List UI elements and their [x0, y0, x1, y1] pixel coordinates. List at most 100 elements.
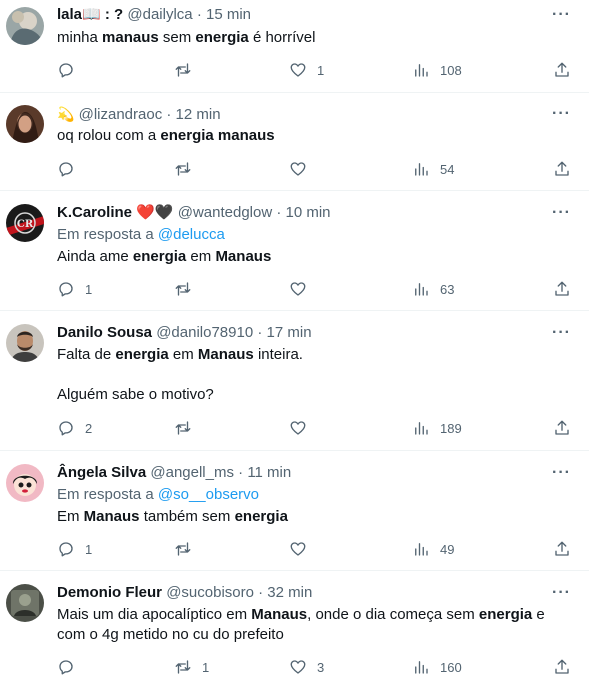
- views-button[interactable]: 108: [412, 60, 462, 80]
- more-options-icon[interactable]: ···: [552, 104, 571, 124]
- timestamp[interactable]: · 15 min: [197, 6, 251, 23]
- reply-button[interactable]: 2: [57, 418, 92, 438]
- share-button[interactable]: [553, 657, 571, 677]
- text-segment: Mais um dia apocalíptico em: [57, 606, 252, 623]
- like-button[interactable]: 1: [289, 60, 324, 80]
- more-options-icon[interactable]: ···: [552, 323, 571, 343]
- views-button[interactable]: 63: [412, 279, 454, 299]
- tweet-actions: 1 49: [57, 539, 571, 559]
- handle[interactable]: @angell_ms: [150, 464, 234, 481]
- timestamp[interactable]: · 12 min: [166, 106, 220, 123]
- views-icon: [415, 163, 428, 176]
- text-segment: em: [168, 346, 198, 363]
- tweet[interactable]: lala📖 : ? @dailylca · 15 min ··· minha m…: [0, 0, 589, 93]
- display-name[interactable]: K.Caroline ❤️🖤: [57, 204, 174, 221]
- reply-button[interactable]: [57, 159, 85, 179]
- handle[interactable]: @danilo78910: [156, 324, 253, 341]
- avatar[interactable]: [6, 324, 44, 362]
- views-button[interactable]: 49: [412, 539, 454, 559]
- like-button[interactable]: 3: [289, 657, 324, 677]
- avatar[interactable]: [6, 584, 44, 622]
- display-name[interactable]: Danilo Sousa: [57, 324, 152, 341]
- tweet-actions: 54: [57, 159, 571, 179]
- avatar[interactable]: [6, 464, 44, 502]
- tweet-feed: lala📖 : ? @dailylca · 15 min ··· minha m…: [0, 0, 589, 682]
- like-button[interactable]: [289, 279, 317, 299]
- display-name[interactable]: 💫: [57, 106, 74, 122]
- views-icon: [415, 422, 428, 435]
- tweet-actions: 1 3 160: [57, 657, 571, 677]
- tweet-header: Demonio Fleur @sucobisoro · 32 min: [57, 583, 539, 603]
- share-icon: [555, 541, 569, 556]
- heart-icon: [290, 282, 306, 296]
- more-options-icon[interactable]: ···: [552, 5, 571, 25]
- like-button[interactable]: [289, 159, 317, 179]
- avatar[interactable]: [6, 7, 44, 45]
- tweet-text-line: Ainda ame energia em Manaus: [57, 247, 571, 267]
- tweet-text-line: Em Manaus também sem energia: [57, 507, 571, 527]
- text-segment: oq rolou com a: [57, 127, 161, 144]
- share-button[interactable]: [553, 159, 571, 179]
- timestamp[interactable]: · 32 min: [258, 584, 312, 601]
- share-button[interactable]: [553, 418, 571, 438]
- highlighted-keyword: manaus: [102, 29, 159, 46]
- heart-icon: [290, 421, 306, 435]
- retweet-button[interactable]: [174, 279, 202, 299]
- view-count: 54: [440, 161, 455, 177]
- display-name[interactable]: Demonio Fleur: [57, 584, 162, 601]
- views-button[interactable]: 160: [412, 657, 462, 677]
- tweet[interactable]: Ângela Silva @angell_ms · 11 min ··· Em …: [0, 451, 589, 571]
- timestamp[interactable]: · 11 min: [238, 464, 291, 481]
- timestamp[interactable]: · 17 min: [257, 324, 311, 341]
- like-button[interactable]: [289, 539, 317, 559]
- retweet-button[interactable]: [174, 60, 202, 80]
- share-button[interactable]: [553, 539, 571, 559]
- tweet-text-line: com o 4g metido no cu do prefeito: [57, 625, 571, 645]
- tweet[interactable]: Danilo Sousa @danilo78910 · 17 min ··· F…: [0, 311, 589, 451]
- share-button[interactable]: [553, 279, 571, 299]
- retweet-icon: [175, 421, 191, 435]
- like-button[interactable]: [289, 418, 317, 438]
- text-segment: com o 4g metido no cu do prefeito: [57, 626, 284, 643]
- tweet[interactable]: CR K.Caroline ❤️🖤 @wantedglow · 10 min ·…: [0, 191, 589, 311]
- heart-icon: [290, 542, 306, 556]
- views-button[interactable]: 189: [412, 418, 462, 438]
- tweet-actions: 1 63: [57, 279, 571, 299]
- reply-to-link[interactable]: @delucca: [158, 226, 225, 243]
- retweet-button[interactable]: 1: [174, 657, 209, 677]
- reply-count: 1: [85, 281, 93, 297]
- timestamp[interactable]: · 10 min: [276, 204, 330, 221]
- retweet-button[interactable]: [174, 418, 202, 438]
- reply-icon: [59, 660, 73, 675]
- retweet-button[interactable]: [174, 539, 202, 559]
- highlighted-keyword: energia: [478, 606, 533, 623]
- reply-button[interactable]: [57, 60, 85, 80]
- avatar[interactable]: [6, 105, 44, 143]
- handle[interactable]: @sucobisoro: [166, 584, 254, 601]
- tweet-header: 💫 @lizandraoc · 12 min: [57, 104, 539, 125]
- reply-button[interactable]: 1: [57, 539, 92, 559]
- share-button[interactable]: [553, 60, 571, 80]
- display-name[interactable]: Ângela Silva: [57, 464, 146, 481]
- more-options-icon[interactable]: ···: [552, 203, 571, 223]
- handle[interactable]: @lizandraoc: [79, 106, 163, 123]
- tweet-header: lala📖 : ? @dailylca · 15 min: [57, 5, 539, 25]
- more-options-icon[interactable]: ···: [552, 463, 571, 483]
- more-options-icon[interactable]: ···: [552, 583, 571, 603]
- retweet-button[interactable]: [174, 159, 202, 179]
- reply-button[interactable]: 1: [57, 279, 92, 299]
- handle[interactable]: @dailylca: [127, 6, 192, 23]
- views-icon: [415, 283, 428, 296]
- tweet[interactable]: 💫 @lizandraoc · 12 min ··· oq rolou com …: [0, 93, 589, 191]
- views-button[interactable]: 54: [412, 159, 454, 179]
- tweet[interactable]: Demonio Fleur @sucobisoro · 32 min ··· M…: [0, 571, 589, 682]
- view-count: 189: [440, 420, 462, 436]
- reply-to-link[interactable]: @so__observo: [158, 486, 259, 503]
- reply-button[interactable]: [57, 657, 85, 677]
- view-count: 49: [440, 541, 455, 557]
- highlighted-keyword: energia: [115, 346, 169, 363]
- avatar[interactable]: CR: [6, 204, 44, 242]
- display-name[interactable]: lala📖 : ?: [57, 6, 123, 23]
- views-icon: [415, 661, 428, 674]
- handle[interactable]: @wantedglow: [178, 204, 272, 221]
